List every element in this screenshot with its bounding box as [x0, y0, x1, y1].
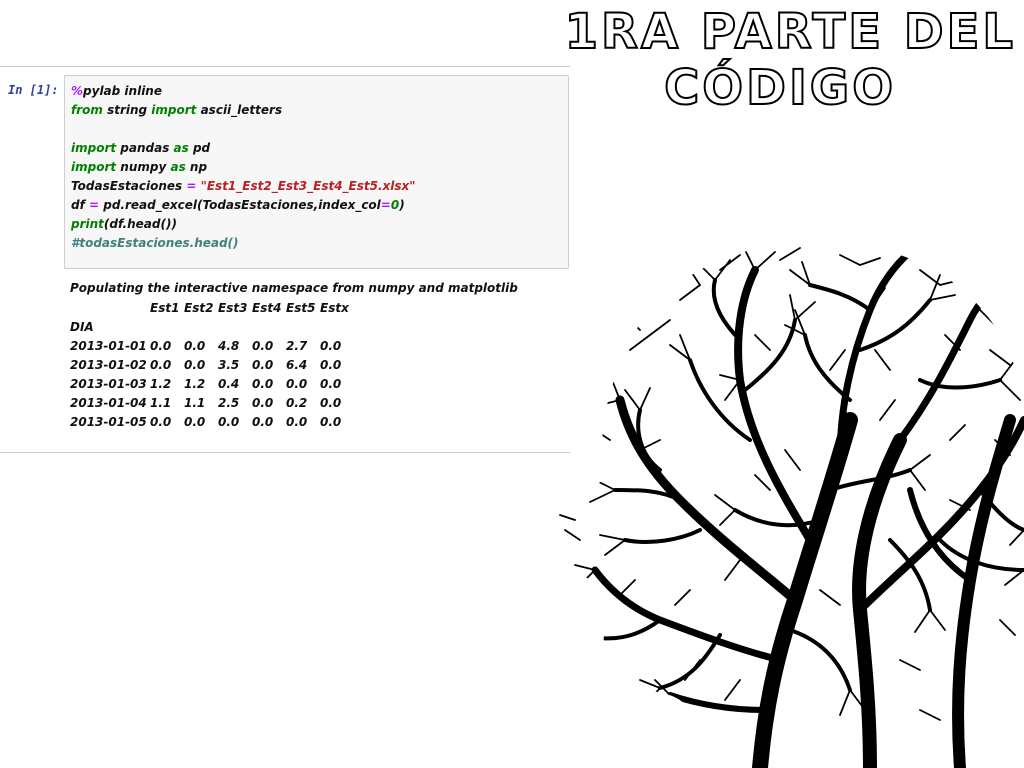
code-text: df: [71, 198, 89, 212]
notebook-screenshot: In [1]: %pylab inline from string import…: [0, 66, 570, 453]
row-index: 2013-01-02: [70, 357, 147, 372]
cell-value: 0.0: [252, 414, 274, 429]
table-row: 2013-01-02 0.0 0.0 3.5 0.0 6.4 0.0: [70, 355, 354, 374]
operator-assign: =: [186, 179, 197, 193]
column-header: Est4: [252, 300, 282, 315]
column-header: Estx: [320, 300, 349, 315]
cell-value: 0.0: [286, 376, 308, 391]
cell-value: 0.0: [320, 414, 342, 429]
title-line-1: 1RA PARTE DEL: [564, 3, 1016, 61]
code-text: pd: [188, 141, 211, 155]
column-header: Est1: [150, 300, 180, 315]
cell-value: 0.0: [286, 414, 308, 429]
cell-value: 1.1: [184, 395, 206, 410]
code-line-2: from string import ascii_letters: [71, 101, 568, 120]
string-literal: "Est1_Est2_Est3_Est4_Est5.xlsx": [196, 179, 416, 193]
keyword-as: as: [170, 160, 186, 174]
output-message: Populating the interactive namespace fro…: [70, 281, 518, 295]
number-literal: 0: [390, 198, 400, 212]
code-text: pd.read_excel(TodasEstaciones,index_col: [99, 198, 381, 212]
row-index: 2013-01-03: [70, 376, 147, 391]
cell-value: 0.0: [150, 338, 172, 353]
table-row: 2013-01-05 0.0 0.0 0.0 0.0 0.0 0.0: [70, 412, 354, 431]
magic-command: pylab inline: [83, 84, 162, 98]
keyword-import: import: [71, 141, 117, 155]
table-header-row: Est1 Est2 Est3 Est4 Est5 Estx: [70, 298, 354, 317]
code-line-4: import pandas as pd: [71, 139, 568, 158]
keyword-from: from: [71, 103, 103, 117]
code-cell[interactable]: %pylab inline from string import ascii_l…: [64, 75, 569, 269]
row-index: 2013-01-05: [70, 414, 147, 429]
cell-value: 0.2: [286, 395, 308, 410]
cell-value: 0.0: [320, 357, 342, 372]
slide-title: 1RA PARTE DEL CÓDIGO: [496, 3, 1016, 117]
builtin-print: print: [71, 217, 104, 231]
code-line-5: import numpy as np: [71, 158, 568, 177]
table-row: 2013-01-03 1.2 1.2 0.4 0.0 0.0 0.0: [70, 374, 354, 393]
cell-value: 0.4: [218, 376, 240, 391]
row-index: 2013-01-04: [70, 395, 147, 410]
code-line-8: print(df.head()): [71, 215, 568, 234]
code-text: np: [185, 160, 208, 174]
cell-value: 1.1: [150, 395, 172, 410]
table-row: 2013-01-01 0.0 0.0 4.8 0.0 2.7 0.0: [70, 336, 354, 355]
code-text: string: [102, 103, 152, 117]
dataframe-table: Est1 Est2 Est3 Est4 Est5 Estx DIA 2013-0…: [70, 298, 354, 431]
table-row: 2013-01-04 1.1 1.1 2.5 0.0 0.2 0.0: [70, 393, 354, 412]
cell-value: 0.0: [218, 414, 240, 429]
cell-value: 0.0: [320, 376, 342, 391]
cell-value: 0.0: [184, 338, 206, 353]
cell-value: 0.0: [150, 414, 172, 429]
column-header: Est5: [286, 300, 316, 315]
code-line-1: %pylab inline: [71, 82, 568, 101]
cell-value: 6.4: [286, 357, 308, 372]
code-text: (df.head()): [103, 217, 177, 231]
keyword-import: import: [151, 103, 197, 117]
index-name: DIA: [70, 319, 94, 334]
keyword-as: as: [173, 141, 189, 155]
cell-value: 0.0: [252, 338, 274, 353]
cell-value: 0.0: [320, 338, 342, 353]
row-index: 2013-01-01: [70, 338, 147, 353]
operator-assign: =: [89, 198, 100, 212]
code-line-9: #todasEstaciones.head(): [71, 234, 568, 253]
cell-value: 0.0: [252, 395, 274, 410]
code-line-7: df = pd.read_excel(TodasEstaciones,index…: [71, 196, 568, 215]
index-name-row: DIA: [70, 317, 354, 336]
magic-token: %: [71, 84, 84, 98]
variable-name: TodasEstaciones: [71, 179, 187, 193]
cell-value: 4.8: [218, 338, 240, 353]
column-header: Est3: [218, 300, 248, 315]
code-comment: #todasEstaciones.head(): [71, 236, 239, 250]
keyword-import: import: [71, 160, 117, 174]
cell-value: 3.5: [218, 357, 240, 372]
cell-value: 0.0: [184, 414, 206, 429]
cell-value: 1.2: [184, 376, 206, 391]
cell-value: 0.0: [320, 395, 342, 410]
code-text: ascii_letters: [196, 103, 283, 117]
cell-value: 2.7: [286, 338, 308, 353]
cell-value: 0.0: [252, 357, 274, 372]
code-text: numpy: [116, 160, 171, 174]
cell-value: 0.0: [184, 357, 206, 372]
operator-assign: =: [380, 198, 391, 212]
title-line-2: CÓDIGO: [663, 59, 896, 117]
cell-value: 0.0: [252, 376, 274, 391]
code-text: pandas: [116, 141, 174, 155]
code-text: ): [399, 198, 405, 212]
slide: 1RA PARTE DEL CÓDIGO In [1]: %pylab inli…: [0, 0, 1024, 768]
cell-value: 1.2: [150, 376, 172, 391]
code-line-6: TodasEstaciones = "Est1_Est2_Est3_Est4_E…: [71, 177, 568, 196]
column-header: Est2: [184, 300, 214, 315]
cell-value: 2.5: [218, 395, 240, 410]
cell-value: 0.0: [150, 357, 172, 372]
tree-brain-head-icon: [550, 242, 1024, 768]
cell-output: Populating the interactive namespace fro…: [70, 279, 565, 431]
input-prompt: In [1]:: [8, 83, 59, 97]
